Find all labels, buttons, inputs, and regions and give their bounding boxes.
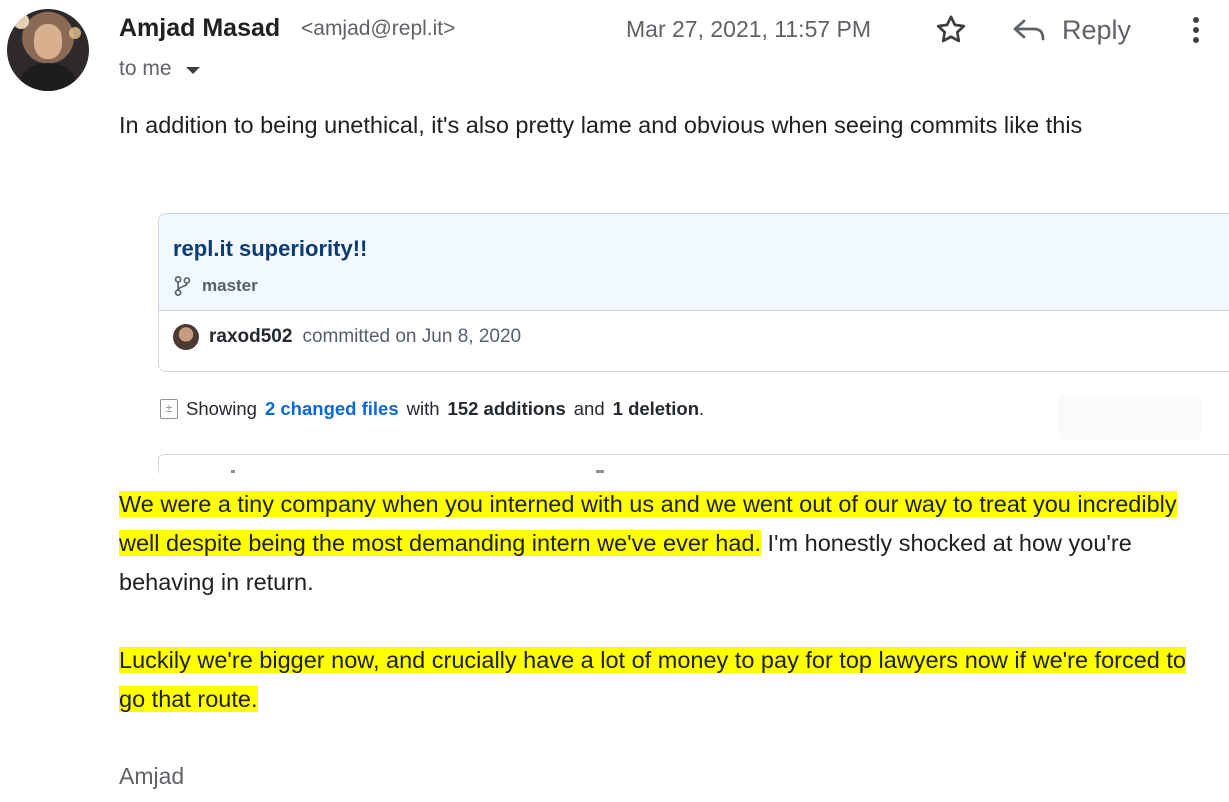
- committer-name: raxod502: [209, 326, 293, 347]
- email-paragraph: In addition to being unethical, it's als…: [119, 112, 1083, 138]
- star-icon[interactable]: [933, 12, 969, 48]
- stats-and: and: [573, 398, 605, 419]
- diff-icon: ±: [160, 399, 178, 419]
- branch-name: master: [202, 276, 258, 295]
- recipient-details-toggle[interactable]: to me: [119, 57, 200, 81]
- avatar-background-light: [69, 27, 81, 39]
- git-branch-icon: [174, 276, 191, 296]
- recipient-label: to me: [119, 57, 172, 80]
- sender-avatar[interactable]: [7, 9, 89, 91]
- avatar-background-light: [13, 13, 29, 29]
- faded-buttons: [1057, 395, 1202, 441]
- commit-author-row: raxod502 committed on Jun 8, 2020: [173, 324, 521, 350]
- stats-showing: Showing: [186, 398, 257, 419]
- email-paragraph: Luckily we're bigger now, and crucially …: [119, 641, 1199, 719]
- clipped-mark: [596, 470, 604, 473]
- stats-additions: 152 additions: [447, 398, 566, 419]
- chevron-down-icon[interactable]: [185, 66, 200, 74]
- stats-deletions: 1 deletion: [612, 398, 699, 419]
- email-date: Mar 27, 2021, 11:57 PM: [626, 16, 872, 42]
- commit-screenshot: repl.it superiority!! master raxod502 co…: [158, 213, 1229, 372]
- more-vertical-icon[interactable]: [1186, 12, 1206, 48]
- commit-header: repl.it superiority!! master: [159, 214, 1229, 311]
- highlighted-text: Luckily we're bigger now, and crucially …: [119, 647, 1187, 712]
- diff-stats: ± Showing 2 changed files with 152 addit…: [160, 398, 704, 420]
- commit-branch: master: [173, 275, 258, 297]
- reply-arrow-icon: [1013, 19, 1045, 41]
- email-signature: Amjad: [119, 763, 185, 789]
- sender-name[interactable]: Amjad Masad: [119, 14, 280, 43]
- commit-title: repl.it superiority!!: [173, 236, 368, 261]
- committer-avatar: [173, 324, 199, 350]
- email-paragraph: We were a tiny company when you interned…: [119, 485, 1199, 602]
- avatar-face: [34, 25, 62, 59]
- reply-label: Reply: [1062, 14, 1132, 45]
- reply-button[interactable]: Reply: [1012, 12, 1131, 48]
- avatar-shirt: [20, 63, 76, 91]
- committed-date: committed on Jun 8, 2020: [302, 326, 522, 347]
- file-list-edge: [158, 454, 1229, 473]
- stats-period: .: [699, 398, 705, 419]
- changed-files-link: 2 changed files: [264, 398, 399, 419]
- sender-email: <amjad@repl.it>: [301, 17, 456, 40]
- clipped-mark: [231, 470, 235, 473]
- stats-with: with: [406, 398, 440, 419]
